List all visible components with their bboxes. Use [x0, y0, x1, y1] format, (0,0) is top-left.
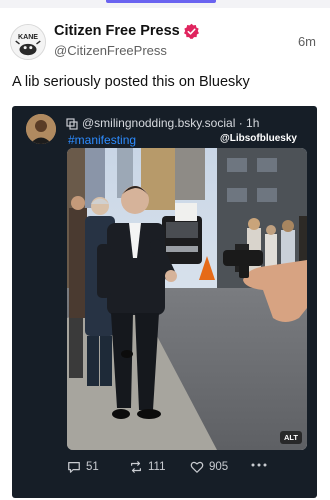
- embedded-screenshot[interactable]: @smilingnodding.bsky.social · 1h #manife…: [12, 106, 317, 498]
- more-dots-icon: [251, 463, 267, 467]
- active-tab-indicator: [106, 0, 216, 3]
- action-bar: 51 111 905: [67, 460, 312, 480]
- avatar-logo-text: KANE: [18, 33, 38, 41]
- heart-icon: [190, 461, 204, 473]
- author-avatar[interactable]: KANE: [10, 24, 46, 60]
- repost-icon: [66, 118, 78, 130]
- street-photo: ALT: [67, 148, 307, 450]
- verified-badge-icon: [183, 23, 200, 40]
- reply-count: 51: [86, 461, 99, 473]
- post-text: A lib seriously posted this on Bluesky: [12, 74, 250, 90]
- watermark: @Libsofbluesky: [220, 133, 297, 144]
- reply-button[interactable]: 51: [67, 460, 99, 474]
- author-handle[interactable]: @CitizenFreePress: [54, 43, 167, 58]
- tweet-post[interactable]: KANE Citizen Free Press @CitizenFreePres…: [0, 10, 330, 500]
- hashtag: #manifesting: [68, 133, 137, 147]
- bsky-user-avatar: [26, 114, 56, 144]
- alt-badge[interactable]: ALT: [279, 431, 302, 444]
- reply-icon: [68, 462, 80, 473]
- like-count: 905: [209, 461, 229, 473]
- repost-icon: [131, 461, 141, 473]
- repost-button[interactable]: 111: [129, 460, 165, 474]
- bsky-handle: @smilingnodding.bsky.social · 1h: [82, 116, 260, 130]
- author-name[interactable]: Citizen Free Press: [54, 23, 180, 39]
- repost-count: 111: [148, 461, 166, 473]
- kane-logo: KANE: [11, 25, 45, 59]
- like-button[interactable]: 905: [190, 460, 228, 474]
- more-options-button[interactable]: [251, 462, 267, 468]
- post-timestamp[interactable]: 6m: [298, 34, 316, 49]
